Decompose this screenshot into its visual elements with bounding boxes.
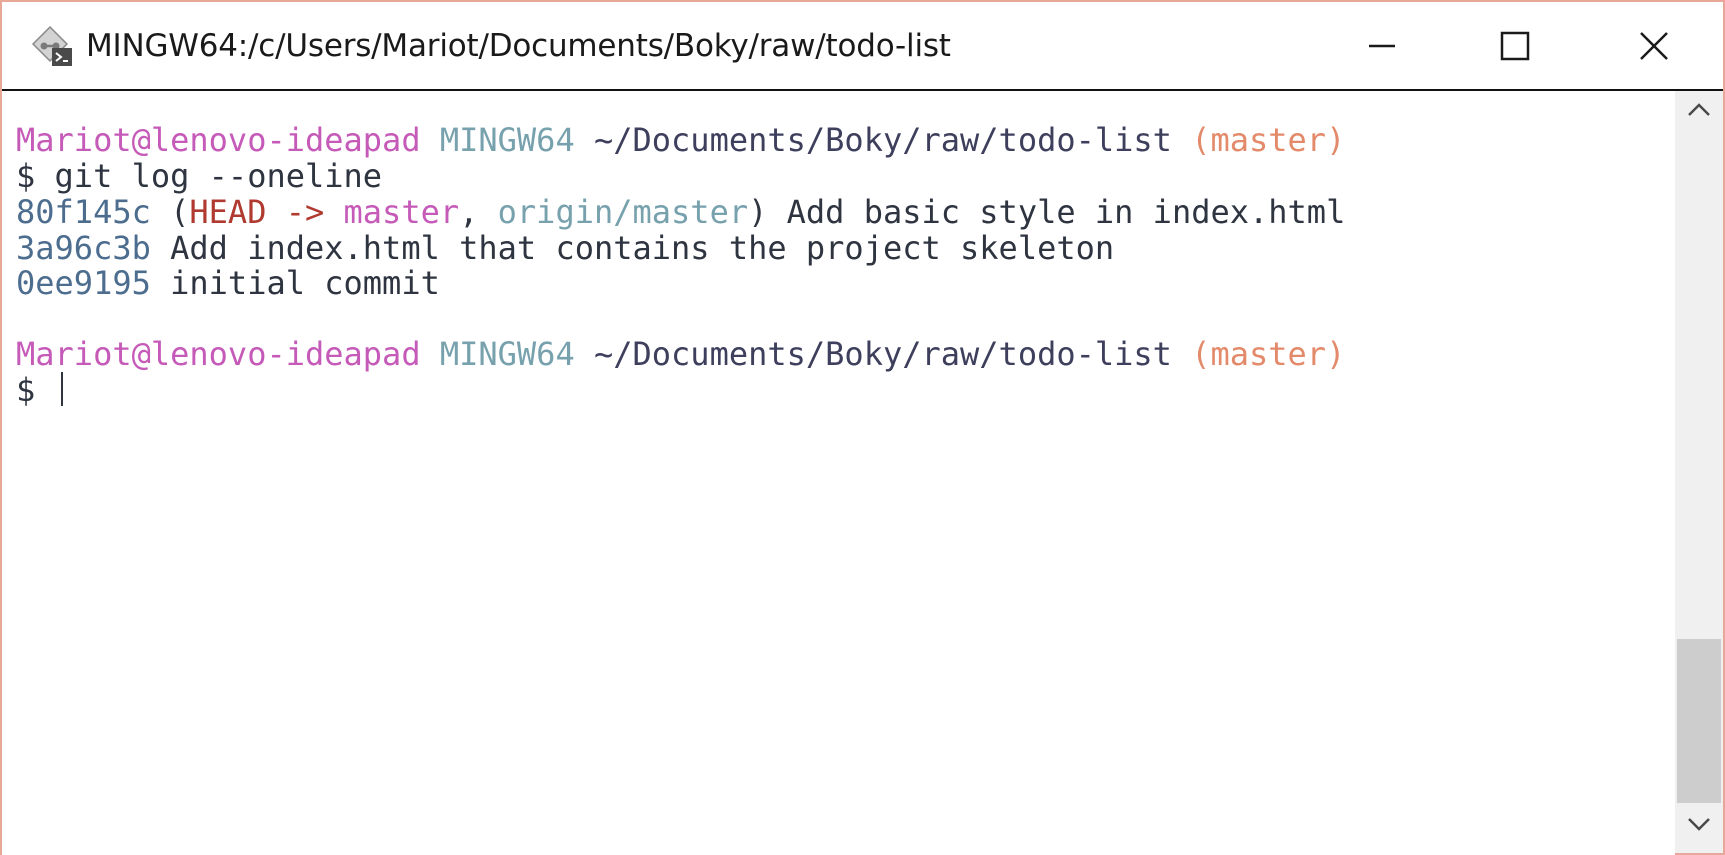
scroll-down-arrow-icon[interactable] xyxy=(1685,813,1713,835)
terminal-window: MINGW64:/c/Users/Mariot/Documents/Boky/r… xyxy=(0,0,1725,855)
prompt-system: MINGW64 xyxy=(439,121,575,159)
ref-comma: , xyxy=(459,193,498,231)
text-cursor xyxy=(60,372,63,406)
terminal-output[interactable]: Mariot@lenovo-ideapad MINGW64 ~/Document… xyxy=(2,89,1675,855)
prompt-path: ~/Documents/Boky/raw/todo-list xyxy=(593,335,1172,373)
commit-hash: 80f145c xyxy=(16,193,151,231)
ref-space xyxy=(324,193,343,231)
prompt-line: Mariot@lenovo-ideapad MINGW64 ~/Document… xyxy=(16,120,1345,160)
input-line[interactable]: $ xyxy=(16,370,63,410)
commit-hash: 0ee9195 xyxy=(16,264,151,302)
minimize-icon[interactable] xyxy=(1352,20,1412,72)
master-ref: master xyxy=(343,193,460,231)
log-entry: 3a96c3b Add index.html that contains the… xyxy=(16,228,1114,268)
input-prompt: $ xyxy=(16,371,55,409)
vertical-scrollbar[interactable] xyxy=(1675,89,1723,853)
scrollbar-thumb[interactable] xyxy=(1677,639,1721,803)
commit-hash: 3a96c3b xyxy=(16,229,151,267)
ref-close-paren: ) xyxy=(748,193,768,231)
scroll-up-arrow-icon[interactable] xyxy=(1685,99,1713,121)
prompt-user: Mariot@lenovo-ideapad xyxy=(16,335,421,373)
window-title: MINGW64:/c/Users/Mariot/Documents/Boky/r… xyxy=(86,28,951,64)
git-bash-icon xyxy=(31,25,72,66)
title-bar[interactable]: MINGW64:/c/Users/Mariot/Documents/Boky/r… xyxy=(2,2,1723,89)
origin-master-ref: origin/master xyxy=(497,193,749,231)
prompt-branch: (master) xyxy=(1191,121,1346,159)
log-entry: 80f145c (HEAD -> master, origin/master) … xyxy=(16,192,1345,232)
prompt-path: ~/Documents/Boky/raw/todo-list xyxy=(593,121,1172,159)
commit-message: initial commit xyxy=(150,264,440,302)
command-line: $ git log --oneline xyxy=(16,157,383,195)
maximize-icon[interactable] xyxy=(1485,20,1545,72)
log-entry: 0ee9195 initial commit xyxy=(16,263,440,303)
close-icon[interactable] xyxy=(1624,20,1684,72)
prompt-line: Mariot@lenovo-ideapad MINGW64 ~/Document… xyxy=(16,334,1345,374)
prompt-branch: (master) xyxy=(1191,335,1346,373)
head-ref: HEAD -> xyxy=(189,193,325,231)
commit-message: Add basic style in index.html xyxy=(767,193,1346,231)
commit-message: Add index.html that contains the project… xyxy=(150,229,1115,267)
prompt-system: MINGW64 xyxy=(439,335,575,373)
prompt-user: Mariot@lenovo-ideapad xyxy=(16,121,421,159)
ref-open-paren: ( xyxy=(150,193,190,231)
